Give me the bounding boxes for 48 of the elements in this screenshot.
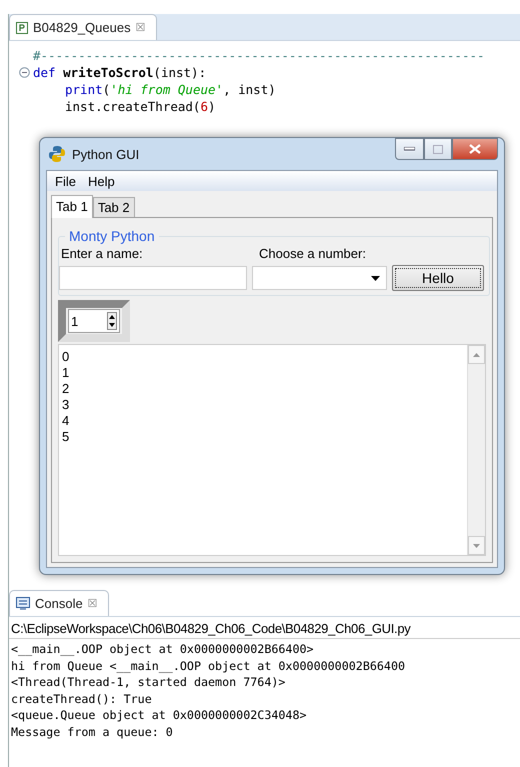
code-line: def writeToScrol(inst): xyxy=(33,64,206,81)
hello-button[interactable]: Hello xyxy=(392,265,484,291)
name-input-field[interactable] xyxy=(59,266,247,290)
code-line: #----------------------------------------------------------- xyxy=(33,47,485,64)
group-title: Monty Python xyxy=(68,228,156,244)
tab[interactable]: Tab 2 xyxy=(92,197,135,217)
console-line: Message from a queue: 0 xyxy=(11,724,174,740)
code-line: print('hi from Queue', inst) xyxy=(65,81,276,98)
console-line: createThread(): True xyxy=(11,690,153,707)
scrollbar[interactable] xyxy=(467,345,485,555)
spin-arrows-icon[interactable] xyxy=(107,312,117,330)
field-label: Enter a name: xyxy=(61,246,144,261)
menu-item[interactable]: Help xyxy=(84,174,119,188)
maximize-button[interactable] xyxy=(424,138,452,160)
scroll-up-icon[interactable] xyxy=(473,352,480,356)
minimize-icon xyxy=(404,147,415,151)
menu-item[interactable]: File xyxy=(51,174,80,188)
python-file-icon xyxy=(16,22,28,34)
scrolled-text-area[interactable]: 0 1 2 3 4 5 xyxy=(58,344,486,556)
text-line: 0 xyxy=(62,349,70,365)
scroll-down-icon[interactable] xyxy=(473,544,480,548)
text-line: 3 xyxy=(62,397,70,413)
console-line: <__main__.OOP object at 0x0000000002B66400> xyxy=(11,641,315,658)
code-line: inst.createThread(6) xyxy=(65,98,216,115)
field-label: Choose a number: xyxy=(259,246,367,261)
python-logo-icon xyxy=(48,145,66,163)
console-line: hi from Queue <__main__.OOP object at 0x0000000002B66400 xyxy=(11,658,406,674)
spinbox[interactable]: 1 xyxy=(68,309,120,333)
close-button[interactable] xyxy=(452,138,498,160)
console-icon xyxy=(16,597,30,610)
window-title: Python GUI xyxy=(72,146,140,162)
text-line: 4 xyxy=(62,413,70,429)
editor-tab[interactable]: B04829_Queues ☒ xyxy=(9,14,157,40)
minimize-button[interactable] xyxy=(395,138,424,160)
script-path: C:\EclipseWorkspace\Ch06\B04829_Ch06_Code\B04829_Ch06_GUI.py xyxy=(9,617,520,639)
maximize-icon xyxy=(433,144,443,154)
console-line: <queue.Queue object at 0x0000000002C34048> xyxy=(11,707,308,724)
fold-icon[interactable] xyxy=(19,67,30,78)
dropdown-arrow-icon xyxy=(371,276,380,280)
close-icon[interactable]: ☒ xyxy=(136,21,146,34)
text-line: 2 xyxy=(62,381,70,397)
console-tab[interactable]: Console ☒ xyxy=(9,590,109,616)
close-icon xyxy=(469,144,481,154)
close-icon[interactable]: ☒ xyxy=(88,597,98,610)
tab[interactable]: Tab 1 xyxy=(51,195,93,218)
text-line: 1 xyxy=(62,365,70,381)
text-line: 5 xyxy=(62,429,70,445)
console-line: <Thread(Thread-1, started daemon 7764)> xyxy=(11,674,286,690)
